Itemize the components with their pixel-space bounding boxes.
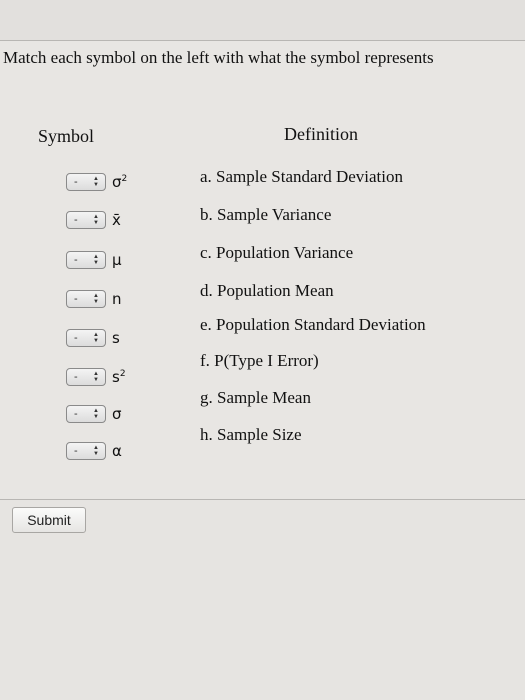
symbol-row: - ▲ ▼ x̄ bbox=[66, 210, 121, 230]
symbol-label: σ2 bbox=[112, 173, 128, 191]
select-value: - bbox=[74, 370, 78, 383]
select-arrows-icon: ▲ ▼ bbox=[93, 371, 99, 383]
match-select[interactable]: - ▲ ▼ bbox=[66, 173, 106, 191]
definition-item: g. Sample Mean bbox=[200, 388, 311, 407]
symbol-row: - ▲ ▼ σ bbox=[66, 404, 122, 424]
symbol-row: - ▲ ▼ s2 bbox=[66, 367, 126, 387]
question-text: Match each symbol on the left with what … bbox=[3, 48, 434, 67]
symbol-row: - ▲ ▼ σ2 bbox=[66, 172, 127, 192]
definition-item: f. P(Type I Error) bbox=[200, 351, 319, 370]
match-select[interactable]: - ▲ ▼ bbox=[66, 368, 106, 386]
select-value: - bbox=[74, 213, 78, 226]
select-arrows-icon: ▲ ▼ bbox=[93, 214, 99, 226]
match-select[interactable]: - ▲ ▼ bbox=[66, 290, 106, 308]
match-select[interactable]: - ▲ ▼ bbox=[66, 329, 106, 347]
definition-column-header: Definition bbox=[284, 124, 358, 144]
select-arrows-icon: ▲ ▼ bbox=[93, 176, 99, 188]
symbol-column-header: Symbol bbox=[38, 126, 95, 146]
symbol-label: n bbox=[112, 290, 122, 308]
symbol-label: σ bbox=[112, 405, 122, 423]
match-select[interactable]: - ▲ ▼ bbox=[66, 405, 106, 423]
definition-item: e. Population Standard Deviation bbox=[200, 315, 426, 334]
top-bar bbox=[0, 0, 525, 41]
symbol-row: - ▲ ▼ n bbox=[66, 289, 122, 309]
definition-item: c. Population Variance bbox=[200, 243, 354, 262]
select-value: - bbox=[74, 407, 78, 420]
definition-item: h. Sample Size bbox=[200, 425, 302, 444]
definition-item: a. Sample Standard Deviation bbox=[200, 167, 404, 186]
symbol-label: s bbox=[112, 329, 120, 347]
submit-button[interactable]: Submit bbox=[12, 507, 86, 533]
select-value: - bbox=[74, 253, 78, 266]
match-select[interactable]: - ▲ ▼ bbox=[66, 211, 106, 229]
symbol-row: - ▲ ▼ α bbox=[66, 441, 122, 461]
select-arrows-icon: ▲ ▼ bbox=[93, 445, 99, 457]
select-value: - bbox=[74, 175, 78, 188]
select-arrows-icon: ▲ ▼ bbox=[93, 293, 99, 305]
match-select[interactable]: - ▲ ▼ bbox=[66, 251, 106, 269]
select-arrows-icon: ▲ ▼ bbox=[93, 254, 99, 266]
select-value: - bbox=[74, 331, 78, 344]
definition-item: d. Population Mean bbox=[200, 281, 334, 300]
match-select[interactable]: - ▲ ▼ bbox=[66, 442, 106, 460]
definition-item: b. Sample Variance bbox=[200, 205, 332, 224]
select-arrows-icon: ▲ ▼ bbox=[93, 332, 99, 344]
symbol-label: α bbox=[112, 442, 122, 460]
select-value: - bbox=[74, 444, 78, 457]
select-value: - bbox=[74, 292, 78, 305]
symbol-row: - ▲ ▼ s bbox=[66, 328, 120, 348]
symbol-label: s2 bbox=[112, 368, 126, 386]
symbol-label: x̄ bbox=[112, 211, 121, 229]
symbol-row: - ▲ ▼ μ bbox=[66, 250, 122, 270]
symbol-label: μ bbox=[112, 251, 122, 269]
select-arrows-icon: ▲ ▼ bbox=[93, 408, 99, 420]
